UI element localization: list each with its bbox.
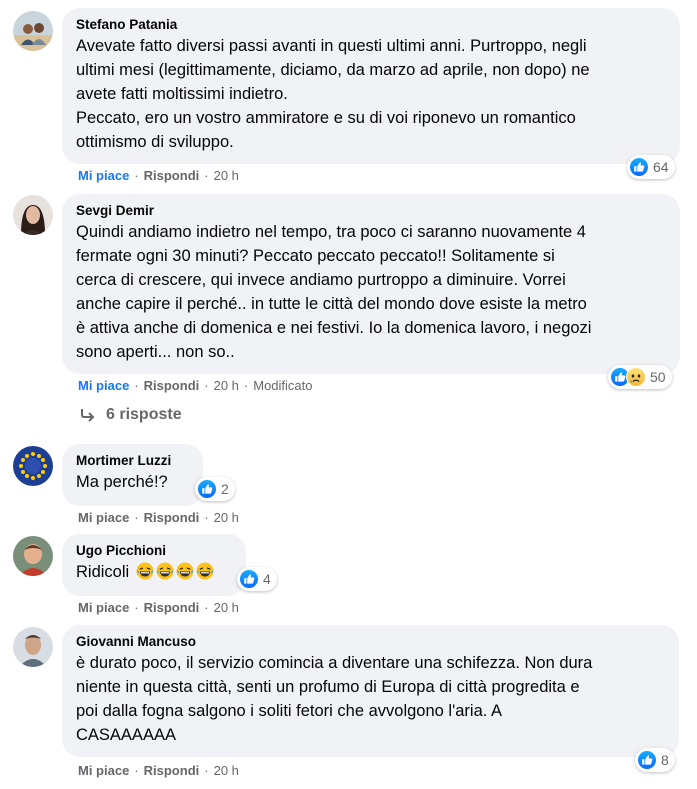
comment-actions: Mi piace · Rispondi · 20 h <box>78 600 239 615</box>
comment-bubble: Ugo Picchioni Ridicoli <box>62 534 246 596</box>
comment-actions: Mi piace · Rispondi · 20 h <box>78 168 239 183</box>
reply-button[interactable]: Rispondi <box>144 510 200 525</box>
comment-actions: Mi piace · Rispondi · 20 h <box>78 510 239 525</box>
reaction-summary[interactable]: 50 <box>608 365 672 389</box>
reaction-count: 50 <box>650 369 666 385</box>
reply-button[interactable]: Rispondi <box>144 378 200 393</box>
laughing-emoji-icon <box>155 562 174 580</box>
thumbs-up-icon <box>239 569 259 589</box>
laughing-emoji-icon <box>175 562 194 580</box>
reply-button[interactable]: Rispondi <box>144 168 200 183</box>
thumbs-up-icon <box>629 157 649 177</box>
timestamp[interactable]: 20 h <box>214 763 239 778</box>
comment-author[interactable]: Giovanni Mancuso <box>76 633 665 651</box>
comment-bubble: Giovanni Mancuso è durato poco, il servi… <box>62 625 679 757</box>
reaction-summary[interactable]: 64 <box>627 155 675 179</box>
comment-text: Quindi andiamo indietro nel tempo, tra p… <box>76 223 592 361</box>
comment-text: Ma perché!? <box>76 473 168 491</box>
comment-author[interactable]: Mortimer Luzzi <box>76 452 189 470</box>
comment-text: Avevate fatto diversi passi avanti in qu… <box>76 37 590 151</box>
reaction-summary[interactable]: 4 <box>237 567 277 591</box>
timestamp[interactable]: 20 h <box>214 168 239 183</box>
edited-label[interactable]: Modificato <box>253 378 312 393</box>
comment-actions: Mi piace · Rispondi · 20 h <box>78 763 239 778</box>
comment-bubble: Mortimer Luzzi Ma perché!? <box>62 444 203 506</box>
reaction-count: 8 <box>661 752 669 768</box>
comment-author[interactable]: Stefano Patania <box>76 16 666 34</box>
reaction-count: 64 <box>653 159 669 175</box>
timestamp[interactable]: 20 h <box>214 600 239 615</box>
avatar[interactable] <box>13 627 53 667</box>
comment-text-content: Ridicoli <box>76 563 130 581</box>
reply-button[interactable]: Rispondi <box>144 600 200 615</box>
like-button[interactable]: Mi piace <box>78 763 129 778</box>
avatar[interactable] <box>13 536 53 576</box>
comment-text: Ridicoli <box>76 560 232 584</box>
sad-face-icon <box>626 367 646 387</box>
replies-label[interactable]: 6 risposte <box>106 406 182 424</box>
laughing-emoji-icon <box>135 562 154 580</box>
comment-bubble: Stefano Patania Avevate fatto diversi pa… <box>62 8 680 164</box>
comment-author[interactable]: Sevgi Demir <box>76 202 666 220</box>
timestamp[interactable]: 20 h <box>214 378 239 393</box>
like-button[interactable]: Mi piace <box>78 168 129 183</box>
comment-text: è durato poco, il servizio comincia a di… <box>76 654 593 744</box>
reaction-count: 2 <box>221 481 229 497</box>
reply-arrow-icon <box>81 409 95 422</box>
thumbs-up-icon <box>197 479 217 499</box>
laughing-emoji-icon <box>195 562 214 580</box>
reaction-summary[interactable]: 8 <box>635 748 675 772</box>
comment-author[interactable]: Ugo Picchioni <box>76 542 232 560</box>
reply-button[interactable]: Rispondi <box>144 763 200 778</box>
avatar[interactable] <box>13 11 53 51</box>
like-button[interactable]: Mi piace <box>78 510 129 525</box>
like-button[interactable]: Mi piace <box>78 600 129 615</box>
timestamp[interactable]: 20 h <box>214 510 239 525</box>
like-button[interactable]: Mi piace <box>78 378 129 393</box>
view-replies-button[interactable]: 6 risposte <box>78 406 182 424</box>
avatar[interactable] <box>13 446 53 486</box>
comment-bubble: Sevgi Demir Quindi andiamo indietro nel … <box>62 194 680 374</box>
comment-actions: Mi piace · Rispondi · 20 h · Modificato <box>78 378 313 393</box>
thumbs-up-icon <box>637 750 657 770</box>
avatar[interactable] <box>13 195 53 235</box>
reaction-count: 4 <box>263 571 271 587</box>
reaction-summary[interactable]: 2 <box>195 477 235 501</box>
